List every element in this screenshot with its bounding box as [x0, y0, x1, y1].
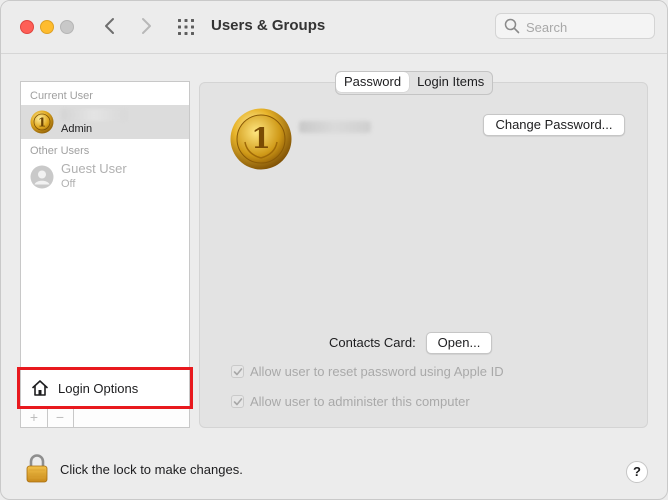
guest-user-name: Guest User	[61, 161, 127, 176]
add-user-button[interactable]: +	[21, 409, 48, 427]
allow-admin-checkbox[interactable]	[231, 395, 244, 408]
allow-reset-password-label: Allow user to reset password using Apple…	[250, 364, 504, 379]
grid-icon[interactable]	[177, 18, 195, 36]
back-chevron-icon[interactable]	[101, 15, 119, 37]
allow-admin-label: Allow user to administer this computer	[250, 394, 470, 409]
search-icon	[504, 18, 520, 34]
user-picture[interactable]: 1	[230, 108, 292, 170]
svg-text:1: 1	[38, 116, 46, 130]
svg-text:1: 1	[251, 122, 270, 155]
user-list: Current User 1 Admin Other Users Guest U…	[20, 81, 190, 409]
lock-icon[interactable]	[25, 453, 49, 483]
user-row-current[interactable]: 1 Admin	[21, 105, 189, 139]
current-user-name-redacted	[61, 109, 127, 121]
help-button[interactable]: ?	[626, 461, 648, 483]
other-users-header: Other Users	[30, 145, 90, 157]
tab-password[interactable]: Password	[336, 72, 410, 92]
remove-user-button[interactable]: −	[47, 409, 74, 427]
guest-user-status: Off	[61, 178, 76, 190]
current-user-header: Current User	[30, 90, 93, 102]
lock-instruction-text: Click the lock to make changes.	[60, 462, 243, 477]
current-user-role: Admin	[61, 123, 93, 135]
home-icon	[32, 380, 48, 396]
search-field[interactable]	[495, 13, 655, 39]
tab-bar: Password Login Items	[335, 71, 494, 95]
users-groups-window: Users & Groups Current User 1	[0, 0, 668, 500]
close-button[interactable]	[20, 20, 34, 34]
checkmark-icon	[233, 398, 243, 406]
window-title: Users & Groups	[211, 17, 326, 34]
open-contacts-button[interactable]: Open...	[426, 332, 492, 354]
login-options-label: Login Options	[58, 381, 139, 396]
allow-reset-password-checkbox[interactable]	[231, 365, 244, 378]
forward-chevron-icon[interactable]	[137, 15, 155, 37]
change-password-button[interactable]: Change Password...	[483, 114, 625, 136]
checkmark-icon	[233, 368, 243, 376]
login-options-item[interactable]: Login Options	[21, 368, 189, 408]
zoom-button[interactable]	[60, 20, 74, 34]
contacts-card-label: Contacts Card:	[329, 335, 416, 350]
user-full-name-redacted	[299, 121, 371, 133]
add-remove-bar: + −	[20, 409, 190, 428]
medal-avatar-icon: 1	[30, 110, 54, 134]
guest-avatar-icon	[30, 165, 54, 189]
toolbar: Users & Groups	[1, 1, 667, 54]
search-input[interactable]	[524, 17, 652, 37]
minimize-button[interactable]	[40, 20, 54, 34]
user-row-guest[interactable]: Guest User Off	[21, 160, 189, 194]
tab-login-items[interactable]: Login Items	[409, 72, 492, 92]
